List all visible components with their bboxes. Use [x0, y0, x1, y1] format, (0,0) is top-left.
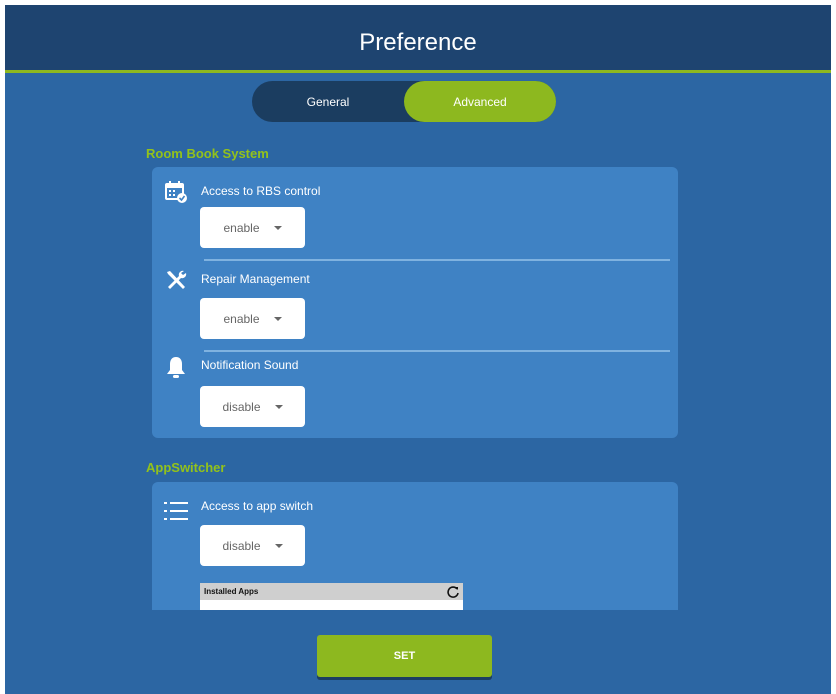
rbs-control-value: enable	[223, 220, 260, 235]
caret-down-icon	[273, 225, 282, 230]
tab-general[interactable]: General	[252, 81, 404, 122]
tab-advanced[interactable]: Advanced	[404, 81, 556, 122]
app-switch-value: disable	[222, 538, 261, 553]
page-title: Preference	[359, 28, 477, 56]
repair-management-value: enable	[223, 311, 260, 326]
notification-sound-dropdown[interactable]: disable	[200, 386, 305, 427]
app-switch-label: Access to app switch	[201, 499, 314, 513]
set-button[interactable]: SET	[317, 635, 492, 677]
rbs-control-label: Access to RBS control	[201, 184, 321, 198]
notification-sound-value: disable	[222, 399, 261, 414]
repair-management-dropdown[interactable]: enable	[200, 298, 305, 339]
rbs-control-dropdown[interactable]: enable	[200, 207, 305, 248]
tools-icon	[164, 268, 188, 292]
refresh-icon[interactable]	[447, 585, 459, 598]
header-bar: Preference	[5, 5, 831, 73]
app-switch-dropdown[interactable]: disable	[200, 525, 305, 566]
list-icon	[164, 499, 188, 523]
section-title-app-switcher: AppSwitcher	[146, 460, 226, 475]
installed-apps-label: Installed Apps	[204, 587, 259, 596]
notification-sound-label: Notification Sound	[201, 358, 299, 372]
divider	[204, 259, 670, 261]
calendar-check-icon	[164, 180, 188, 204]
window-frame-left	[0, 0, 5, 694]
repair-management-label: Repair Management	[201, 272, 310, 286]
caret-down-icon	[274, 404, 283, 409]
bell-icon	[164, 355, 188, 379]
installed-apps-header: Installed Apps	[200, 583, 463, 600]
caret-down-icon	[274, 543, 283, 548]
section-title-room-book-system: Room Book System	[146, 146, 269, 161]
caret-down-icon	[273, 316, 282, 321]
installed-apps-panel: Installed Apps	[200, 583, 463, 610]
divider	[204, 350, 670, 352]
tab-switcher: General Advanced	[252, 81, 556, 122]
window-frame-right	[831, 0, 836, 694]
